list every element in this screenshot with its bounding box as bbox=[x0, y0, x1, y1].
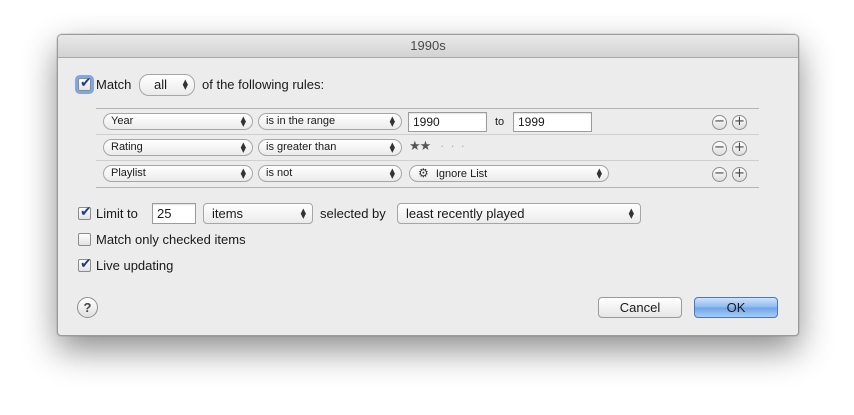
year-to-field[interactable]: 1999 bbox=[513, 112, 592, 132]
popup-arrows-icon: ▲ ▼ bbox=[300, 206, 306, 220]
rule-operator-popup-year[interactable]: is in the range ▲ ▼ bbox=[258, 113, 402, 130]
rule-operator-value: is in the range bbox=[266, 115, 336, 127]
popup-arrows-icon: ▲ ▼ bbox=[182, 78, 188, 91]
add-rule-button[interactable]: + bbox=[732, 115, 747, 130]
match-checked-only-checkbox[interactable] bbox=[78, 233, 91, 246]
rating-stars[interactable]: ★★ bbox=[409, 139, 431, 154]
limit-unit-popup[interactable]: items ▲ ▼ bbox=[203, 203, 313, 224]
playlist-popup[interactable]: ⚙ Ignore List ▲ ▼ bbox=[409, 165, 609, 182]
plus-icon: + bbox=[734, 166, 745, 181]
match-checkbox[interactable] bbox=[78, 75, 92, 91]
smart-playlist-dialog: 1990s Match all ▲▼ of the following rule… bbox=[57, 34, 799, 336]
popup-arrows-icon: ▲ ▼ bbox=[389, 166, 395, 180]
limit-unit-value: items bbox=[212, 206, 244, 221]
plus-icon: + bbox=[734, 114, 745, 129]
popup-arrows-icon: ▲ ▼ bbox=[240, 140, 246, 154]
match-mode-popup[interactable]: all ▲ ▼ bbox=[139, 74, 195, 96]
limit-count-field[interactable]: 25 bbox=[152, 203, 196, 224]
remove-rule-button[interactable]: − bbox=[712, 167, 727, 182]
rule-field-popup-year[interactable]: Year ▲ ▼ bbox=[103, 113, 253, 130]
rule-operator-value: is greater than bbox=[266, 141, 337, 153]
add-rule-button[interactable]: + bbox=[732, 141, 747, 156]
help-button[interactable]: ? bbox=[77, 297, 98, 318]
popup-arrows-icon: ▲ ▼ bbox=[596, 166, 602, 180]
live-updating-checkbox[interactable] bbox=[78, 256, 92, 272]
rule-operator-value: is not bbox=[266, 167, 293, 179]
match-label: Match bbox=[96, 77, 132, 92]
remove-rule-button[interactable]: − bbox=[712, 115, 727, 130]
match-suffix-label: of the following rules: bbox=[202, 77, 325, 92]
cancel-button[interactable]: Cancel bbox=[598, 297, 682, 318]
popup-arrows-icon: ▲ ▼ bbox=[240, 166, 246, 180]
remove-rule-button[interactable]: − bbox=[712, 141, 727, 156]
rule-operator-popup-playlist[interactable]: is not ▲ ▼ bbox=[258, 165, 402, 182]
limit-label: Limit to bbox=[96, 206, 138, 221]
year-from-field[interactable]: 1990 bbox=[408, 112, 487, 132]
add-rule-button[interactable]: + bbox=[732, 167, 747, 182]
range-to-label: to bbox=[495, 116, 505, 128]
gear-icon: ⚙ bbox=[418, 166, 429, 180]
rule-field-value: Rating bbox=[111, 141, 143, 153]
minus-icon: − bbox=[714, 114, 725, 129]
rating-empty-dots[interactable]: ··· bbox=[440, 138, 471, 153]
plus-icon: + bbox=[734, 140, 745, 155]
minus-icon: − bbox=[714, 166, 725, 181]
selected-by-label: selected by bbox=[320, 206, 386, 221]
rule-field-value: Year bbox=[111, 115, 134, 127]
minus-icon: − bbox=[714, 140, 725, 155]
match-mode-value: all bbox=[154, 77, 168, 92]
selected-by-value: least recently played bbox=[406, 206, 525, 221]
popup-arrows-icon: ▲ ▼ bbox=[389, 140, 395, 154]
playlist-value: Ignore List bbox=[435, 168, 488, 180]
popup-arrows-icon: ▲ ▼ bbox=[389, 114, 395, 128]
rule-operator-popup-rating[interactable]: is greater than ▲ ▼ bbox=[258, 139, 402, 156]
ok-button[interactable]: OK bbox=[694, 297, 778, 318]
rule-divider bbox=[96, 160, 759, 161]
popup-arrows-icon: ▲ ▼ bbox=[240, 114, 246, 128]
selected-by-popup[interactable]: least recently played ▲ ▼ bbox=[397, 203, 641, 224]
match-checked-only-label: Match only checked items bbox=[96, 232, 246, 247]
rule-field-popup-playlist[interactable]: Playlist ▲ ▼ bbox=[103, 165, 253, 182]
limit-checkbox[interactable] bbox=[78, 204, 92, 220]
rule-field-value: Playlist bbox=[111, 167, 146, 179]
live-updating-label: Live updating bbox=[96, 258, 174, 273]
window-title: 1990s bbox=[58, 35, 798, 58]
rule-divider bbox=[96, 134, 759, 135]
popup-arrows-icon: ▲ ▼ bbox=[628, 206, 634, 220]
rule-field-popup-rating[interactable]: Rating ▲ ▼ bbox=[103, 139, 253, 156]
